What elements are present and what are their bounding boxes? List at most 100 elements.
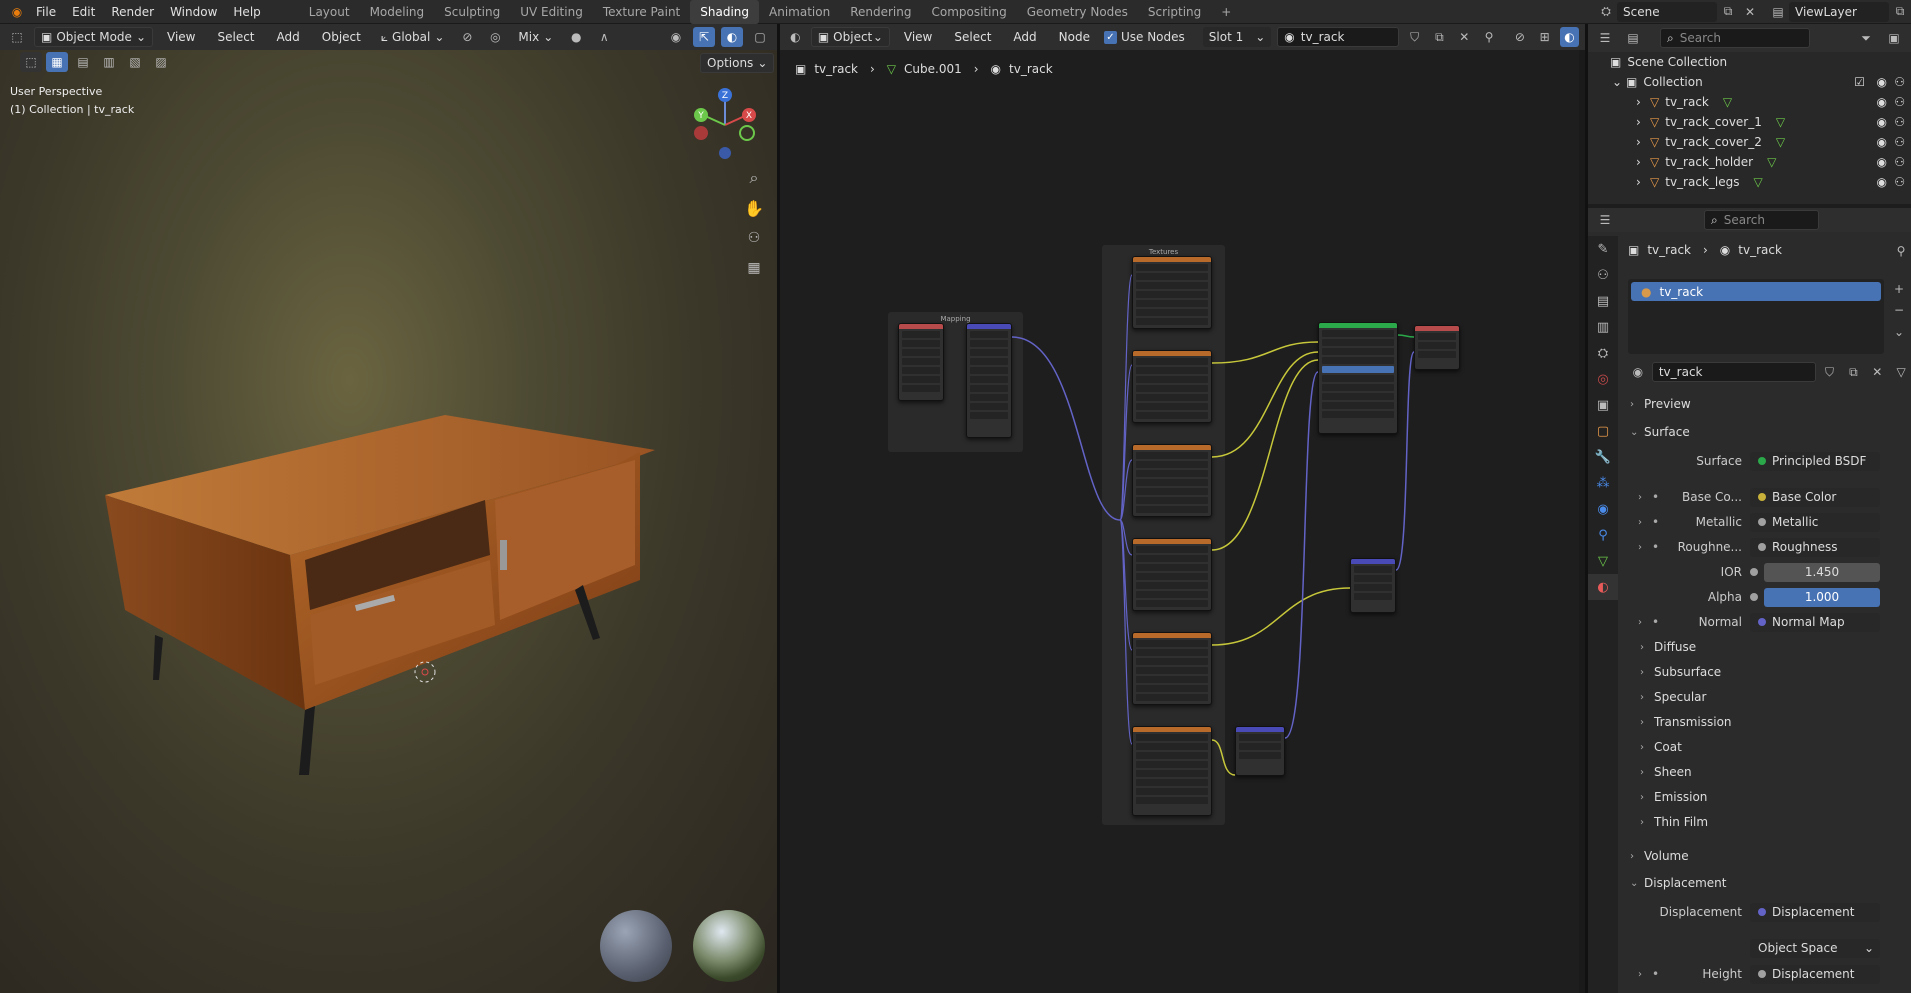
output-tab-icon[interactable]: ▤: [1588, 288, 1618, 314]
outliner-search[interactable]: ⌕ Search: [1660, 28, 1810, 48]
tv-rack-model[interactable]: [95, 380, 675, 780]
outliner-item-tv-rack-cover-1[interactable]: › ▽ tv_rack_cover_1 ▽ ◉ ⚇: [1588, 112, 1911, 132]
add-workspace-button[interactable]: +: [1211, 0, 1241, 24]
right-divider[interactable]: [1585, 24, 1588, 993]
eye-icon[interactable]: ◉: [1877, 95, 1887, 109]
scene-icon[interactable]: ⛭: [1595, 2, 1617, 22]
base-color-field[interactable]: Base Color: [1750, 487, 1880, 507]
outliner-item-tv-rack-holder[interactable]: › ▽ tv_rack_holder ▽ ◉ ⚇: [1588, 152, 1911, 172]
tab-modeling[interactable]: Modeling: [360, 0, 435, 24]
properties-search[interactable]: ⌕ Search: [1704, 210, 1819, 230]
unlink-material-icon[interactable]: ✕: [1455, 27, 1474, 47]
snap-grid-icon[interactable]: ⊞: [1535, 27, 1554, 47]
render-camera-icon[interactable]: ⚇: [1894, 95, 1905, 109]
normal-field[interactable]: Normal Map: [1750, 612, 1880, 632]
viewport-menu-add[interactable]: Add: [269, 25, 308, 49]
outliner-item-tv-rack-legs[interactable]: › ▽ tv_rack_legs ▽ ◉ ⚇: [1588, 172, 1911, 192]
chevron-right-icon[interactable]: ›: [1636, 95, 1650, 109]
visibility-icon[interactable]: ◉: [665, 27, 687, 47]
fake-user-icon[interactable]: ⛉: [1405, 27, 1424, 47]
zoom-icon[interactable]: ⌕: [743, 168, 765, 188]
alpha-field[interactable]: 1.000: [1764, 587, 1880, 607]
chevron-right-icon[interactable]: ›: [1636, 155, 1650, 169]
float-socket-dot[interactable]: [1750, 568, 1758, 576]
subsection-coat[interactable]: › Coat: [1640, 736, 1682, 758]
pivot-selector[interactable]: Mix ⌄: [512, 27, 559, 47]
chevron-right-icon[interactable]: ›: [1638, 969, 1652, 980]
subsection-thin-film[interactable]: › Thin Film: [1640, 811, 1708, 833]
collection-checkbox[interactable]: ☑: [1854, 75, 1865, 89]
preview-section[interactable]: › Preview: [1630, 393, 1691, 415]
view-layer-selector[interactable]: ViewLayer: [1789, 1, 1889, 22]
subsection-transmission[interactable]: › Transmission: [1640, 711, 1732, 733]
material-name-field[interactable]: tv_rack: [1651, 362, 1816, 382]
scene-tab-icon[interactable]: ⛭: [1588, 340, 1618, 366]
xray-icon[interactable]: ▢: [749, 27, 771, 47]
chevron-right-icon[interactable]: ›: [1636, 175, 1650, 189]
properties-editor-icon[interactable]: ☰: [1594, 210, 1616, 230]
new-scene-icon[interactable]: ⧉: [1717, 2, 1739, 22]
chevron-right-icon[interactable]: ›: [1638, 517, 1652, 528]
outliner-item-tv-rack-cover-2[interactable]: › ▽ tv_rack_cover_2 ▽ ◉ ⚇: [1588, 132, 1911, 152]
tab-scripting[interactable]: Scripting: [1138, 0, 1211, 24]
mode-selector[interactable]: ▣ Object Mode ⌄: [34, 27, 153, 47]
material-slot-list[interactable]: ● tv_rack: [1628, 279, 1884, 354]
gizmo-toggle-icon[interactable]: ⇱: [693, 27, 715, 47]
tab-texture-paint[interactable]: Texture Paint: [593, 0, 690, 24]
ior-field[interactable]: 1.450: [1764, 562, 1880, 582]
outliner-scene-collection[interactable]: ▣ Scene Collection: [1588, 52, 1911, 72]
subsection-diffuse[interactable]: › Diffuse: [1640, 636, 1696, 658]
eye-icon[interactable]: ◉: [1877, 75, 1887, 89]
tab-compositing[interactable]: Compositing: [921, 0, 1016, 24]
displacement-section[interactable]: ⌄ Displacement: [1630, 872, 1727, 894]
particles-tab-icon[interactable]: ⁂: [1588, 470, 1618, 496]
pin-icon[interactable]: ⚲: [1890, 241, 1911, 261]
pin-icon[interactable]: ⚲: [1480, 27, 1499, 47]
select-subtract-icon[interactable]: ▥: [98, 52, 120, 72]
duplicate-material-icon[interactable]: ⧉: [1430, 27, 1449, 47]
slot-selector[interactable]: Slot 1 ⌄: [1202, 27, 1272, 47]
material-slot-item[interactable]: ● tv_rack: [1631, 282, 1881, 301]
material-selector[interactable]: ◉ tv_rack: [1277, 27, 1400, 47]
shader-editor-icon[interactable]: ◐: [786, 27, 805, 47]
render-tab-icon[interactable]: ⚇: [1588, 262, 1618, 288]
slot-specials-icon[interactable]: ⌄: [1888, 322, 1910, 342]
node-menu-view[interactable]: View: [896, 25, 940, 49]
add-slot-icon[interactable]: +: [1888, 279, 1910, 299]
new-collection-icon[interactable]: ▣: [1883, 28, 1905, 48]
scene-selector[interactable]: Scene: [1617, 1, 1717, 22]
pan-icon[interactable]: ✋: [743, 198, 765, 218]
matcap-sphere[interactable]: [600, 910, 672, 982]
height-field[interactable]: Displacement: [1750, 964, 1880, 984]
transform-orientation[interactable]: ⟀ Global ⌄: [375, 27, 451, 47]
overlay-toggle-icon[interactable]: ◐: [721, 27, 743, 47]
render-camera-icon[interactable]: ⚇: [1894, 155, 1905, 169]
surface-section[interactable]: ⌄ Surface: [1630, 421, 1690, 443]
render-camera-icon[interactable]: ⚇: [1894, 175, 1905, 189]
node-menu-add[interactable]: Add: [1005, 25, 1044, 49]
tool-tab-icon[interactable]: ✎: [1588, 236, 1618, 262]
collection-tab-icon[interactable]: ▣: [1588, 392, 1618, 418]
chevron-down-icon[interactable]: ⌄: [1612, 75, 1626, 89]
menu-window[interactable]: Window: [162, 0, 225, 24]
snap-icon[interactable]: ⊘: [456, 27, 478, 47]
proportional-edit-icon[interactable]: ●: [565, 27, 587, 47]
tab-layout[interactable]: Layout: [299, 0, 360, 24]
volume-section[interactable]: › Volume: [1630, 845, 1689, 867]
data-tab-icon[interactable]: ▽: [1588, 548, 1618, 574]
view-layer-icon[interactable]: ▤: [1767, 2, 1789, 22]
proportional-icon[interactable]: ◎: [484, 27, 506, 47]
tab-uv-editing[interactable]: UV Editing: [510, 0, 593, 24]
outliner-item-tv-rack[interactable]: › ▽ tv_rack ▽ ◉ ⚇: [1588, 92, 1911, 112]
new-view-layer-icon[interactable]: ⧉: [1889, 2, 1911, 22]
shader-node-editor[interactable]: ▣ tv_rack › ▽ Cube.001 › ◉ tv_rack Mappi…: [780, 50, 1585, 993]
remove-slot-icon[interactable]: −: [1888, 300, 1910, 320]
chevron-right-icon[interactable]: ›: [1636, 135, 1650, 149]
browse-material-icon[interactable]: ◉: [1628, 362, 1648, 382]
navigation-gizmo[interactable]: Z X Y: [685, 85, 775, 165]
display-mode-icon[interactable]: ▤: [1622, 28, 1644, 48]
editor-type-icon[interactable]: ⬚: [6, 27, 28, 47]
node-link-icon[interactable]: ▽: [1891, 362, 1911, 382]
render-camera-icon[interactable]: ⚇: [1894, 115, 1905, 129]
3d-viewport[interactable]: User Perspective (1) Collection | tv_rac…: [0, 50, 777, 993]
